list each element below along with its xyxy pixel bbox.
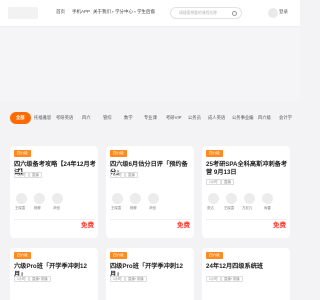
banner-area	[0, 28, 300, 102]
teacher-name: 杨柳	[34, 206, 41, 210]
teacher-name: 张达	[207, 206, 214, 210]
teacher-name: 王晓霞	[224, 206, 235, 210]
course-card[interactable]: 四六级 四六级6月估分日评「预约备分」 1小时 直播 王晓霞 杨柳 尹冠 免费	[106, 146, 194, 238]
teacher-avatar	[208, 193, 219, 204]
format-chip: 直播+录播	[221, 276, 243, 282]
price-label: 免费	[273, 222, 286, 229]
site-logo[interactable]	[8, 7, 38, 19]
teacher-name: 尹冠	[53, 206, 60, 210]
tab-kaoyan-english[interactable]: 考研英语	[56, 115, 73, 121]
tab-civil-service[interactable]: 公务员	[188, 115, 201, 121]
duration-chip: 1小时	[206, 179, 221, 185]
teacher-name: 方尼凡	[242, 206, 253, 210]
divider	[14, 219, 94, 220]
duration-chip: 1小时	[14, 276, 29, 282]
divider	[110, 219, 190, 220]
nav-item-credits[interactable]: 学分中心▾	[115, 9, 136, 15]
nav-label: 关于我们	[93, 9, 111, 14]
duration-chip: 1小时	[206, 276, 221, 282]
tab-all[interactable]: 全部	[10, 112, 31, 124]
search-input[interactable]: 请搜索想要的课程名称	[170, 7, 242, 19]
teacher-name: 杨柳	[130, 206, 137, 210]
teacher-avatar	[262, 193, 273, 204]
course-card[interactable]: 四六级 四级Pro班「开学季冲刺12月」 1小时 直播+录播	[106, 248, 194, 300]
format-chip: 直播	[125, 172, 138, 178]
teacher-avatar	[244, 193, 255, 204]
chevron-down-icon: ▾	[134, 10, 136, 14]
price-label: 免费	[177, 222, 190, 229]
nav-item-home[interactable]: 首页	[56, 9, 65, 15]
tab-kaoyan-vip[interactable]: 考研VIP	[166, 115, 182, 121]
divider	[206, 219, 286, 220]
teacher-avatar	[16, 193, 27, 204]
tab-accounting[interactable]: 会计学	[279, 115, 292, 121]
nav-item-students[interactable]: 学生后裔	[137, 9, 155, 15]
avatar[interactable]	[268, 8, 278, 18]
category-tag: 四六级	[206, 252, 223, 259]
teacher-name: 王晓霞	[15, 206, 26, 210]
login-link[interactable]: 登录	[279, 9, 288, 15]
nav-item-app[interactable]: 手机APP	[72, 9, 90, 15]
search-icon[interactable]	[232, 10, 237, 16]
category-tabs: 全部 托福雅思 考研英语 四六 管综 数学 专业课 考研VIP 公务员 成人英语…	[0, 110, 300, 126]
tab-math[interactable]: 数学	[124, 115, 133, 121]
course-card[interactable]: 四六级 24年12月四级系统班 1小时 直播+录播	[202, 248, 290, 300]
price-label: 免费	[81, 222, 94, 229]
nav-label: 手机APP	[72, 9, 91, 14]
nav-label: 首页	[56, 9, 65, 14]
course-title: 25考研SPA全科高斯冲刺备考营 9月13日	[206, 161, 288, 176]
tab-cet[interactable]: 四六	[82, 115, 91, 121]
category-tag: 四六级	[206, 150, 223, 157]
tab-adult-english[interactable]: 成人英语	[208, 115, 225, 121]
teacher-name: 尚雷	[264, 206, 271, 210]
teacher-name: 王晓霞	[111, 206, 122, 210]
teacher-avatar	[148, 193, 159, 204]
duration-chip: 4小时	[14, 172, 29, 178]
course-card[interactable]: 四六级 25考研SPA全科高斯冲刺备考营 9月13日 1小时 直播 张达 王晓霞…	[202, 146, 290, 238]
category-tag: 四六级	[14, 252, 31, 259]
nav-label: 学生后裔	[137, 9, 155, 14]
nav-label: 学分中心	[115, 9, 133, 14]
category-tag: 四六级	[110, 150, 127, 157]
format-chip: 直播+录播	[29, 276, 51, 282]
teacher-avatar	[34, 193, 45, 204]
tab-major[interactable]: 专业课	[144, 115, 157, 121]
course-card[interactable]: 四六级 四六级备考攻略【24年12月考试】 4小时 直播 王晓霞 杨柳 尹冠 免…	[10, 146, 98, 238]
nav-item-about[interactable]: 关于我们▾	[93, 9, 114, 15]
duration-chip: 1小时	[110, 276, 125, 282]
format-chip: 直播	[29, 172, 42, 178]
teacher-avatar	[130, 193, 141, 204]
category-tag: 四六级	[14, 150, 31, 157]
course-title: 24年12月四级系统班	[206, 263, 264, 270]
format-chip: 直播	[221, 179, 234, 185]
teacher-avatar	[52, 193, 63, 204]
tab-management[interactable]: 管综	[103, 115, 112, 121]
course-card[interactable]: 四六级 六级Pro班「开学季冲刺12月」 1小时 直播+录播	[10, 248, 98, 300]
duration-chip: 1小时	[110, 172, 125, 178]
search-placeholder: 请搜索想要的课程名称	[179, 11, 217, 15]
tab-toefl-ielts[interactable]: 托福雅思	[34, 115, 51, 121]
chevron-down-icon: ▾	[112, 10, 114, 14]
format-chip: 直播+录播	[125, 276, 147, 282]
top-navigation: 首页 手机APP 关于我们▾ 学分中心▾ 学生后裔 请搜索想要的课程名称 登录	[0, 0, 300, 27]
teacher-avatar	[112, 193, 123, 204]
teacher-avatar	[226, 193, 237, 204]
tab-public-service[interactable]: 公务事业编	[232, 115, 253, 121]
teacher-name: 尹冠	[149, 206, 156, 210]
tab-cet-alt[interactable]: 四六级	[258, 115, 271, 121]
category-tag: 四六级	[110, 252, 127, 259]
